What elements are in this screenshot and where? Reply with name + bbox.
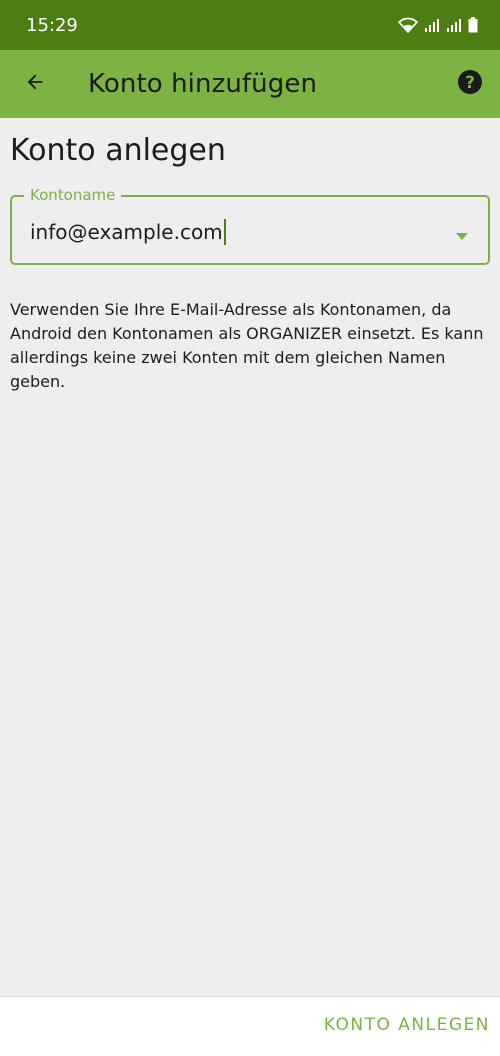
- account-name-label: Kontoname: [24, 186, 122, 204]
- bottom-bar: KONTO ANLEGEN: [0, 996, 500, 1056]
- page-heading: Konto anlegen: [10, 133, 226, 168]
- arrow-back-icon: [24, 71, 46, 98]
- status-icons: [398, 17, 478, 33]
- status-bar: 15:29: [0, 0, 500, 50]
- account-name-input[interactable]: info@example.com: [30, 219, 226, 245]
- account-name-field[interactable]: Kontoname info@example.com: [10, 186, 490, 265]
- back-button[interactable]: [0, 50, 70, 118]
- info-text: Verwenden Sie Ihre E-Mail-Adresse als Ko…: [10, 300, 484, 391]
- signal-icon: [446, 18, 462, 32]
- app-bar: Konto hinzufügen ?: [0, 50, 500, 118]
- create-account-button[interactable]: KONTO ANLEGEN: [324, 1015, 490, 1035]
- wifi-icon: [398, 17, 418, 33]
- status-time: 15:29: [26, 14, 78, 36]
- account-name-value: info@example.com: [30, 220, 223, 244]
- signal-icon: [424, 18, 440, 32]
- battery-icon: [468, 17, 478, 33]
- svg-text:?: ?: [465, 73, 475, 93]
- text-caret: [223, 219, 226, 245]
- help-button[interactable]: ?: [440, 50, 500, 118]
- app-title: Konto hinzufügen: [88, 69, 318, 99]
- chevron-down-icon[interactable]: [456, 227, 468, 245]
- help-icon: ?: [457, 69, 483, 100]
